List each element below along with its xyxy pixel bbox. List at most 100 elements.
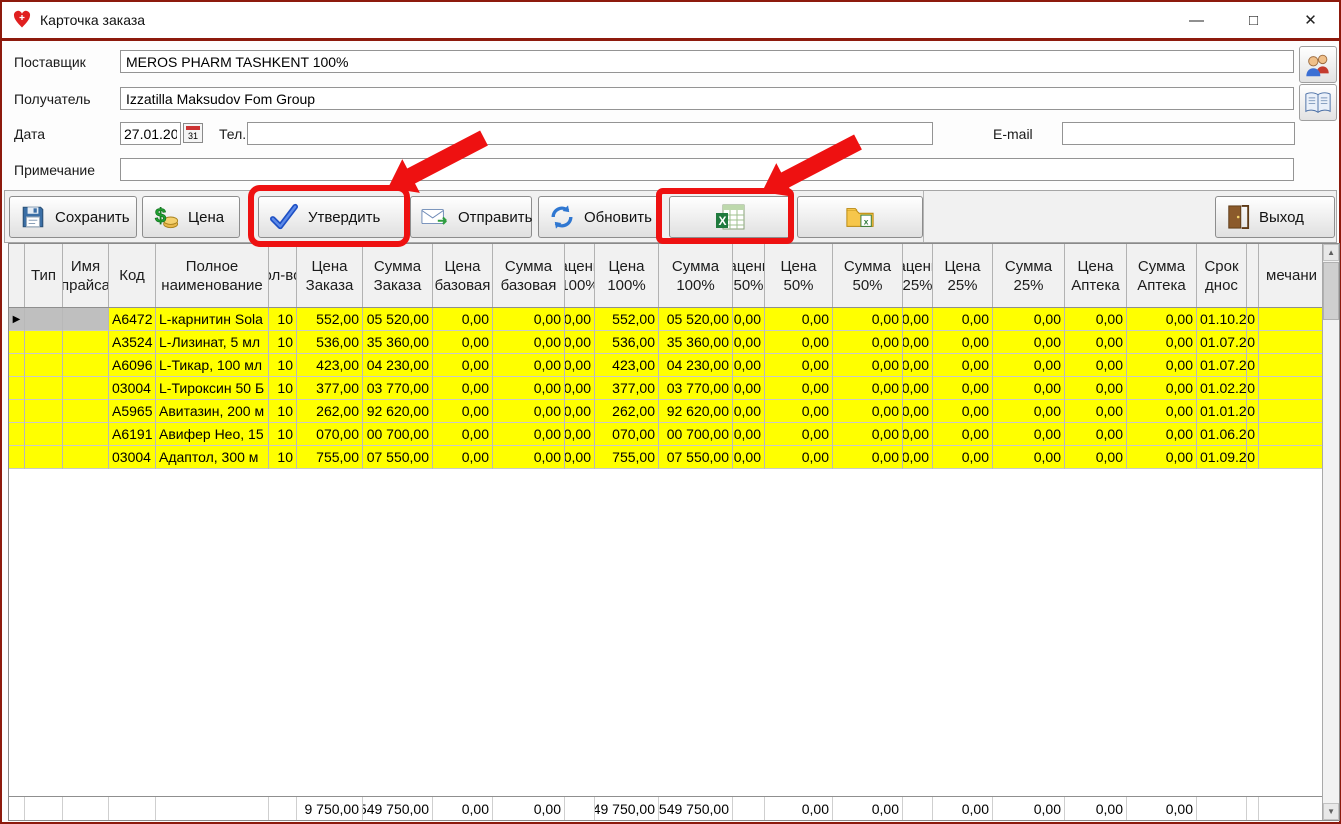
table-row[interactable]: 03004Адаптол, 300 м10755,0007 550,000,00… — [9, 446, 1322, 469]
recipient-input[interactable] — [120, 87, 1294, 110]
cell-nacenka-25[interactable]: 0,00 — [903, 446, 933, 469]
column-header-cena-25[interactable]: Цена25% — [933, 244, 993, 307]
vertical-scrollbar[interactable]: ▲ ▼ — [1322, 244, 1339, 820]
cell-kolichestvo[interactable]: 10 — [269, 423, 297, 446]
cell-cena-bazovaya[interactable]: 0,00 — [433, 423, 493, 446]
column-header-cena-50[interactable]: Цена50% — [765, 244, 833, 307]
cell-kod[interactable]: A6472 — [109, 308, 156, 331]
row-indicator[interactable]: ▶ — [9, 308, 25, 331]
table-row[interactable]: A6096L-Тикар, 100 мл10423,0004 230,000,0… — [9, 354, 1322, 377]
catalog-button[interactable] — [1299, 84, 1337, 121]
cell-cena-100[interactable]: 755,00 — [595, 446, 659, 469]
cell-summa-apteka[interactable]: 0,00 — [1127, 331, 1197, 354]
approve-button[interactable]: Утвердить — [258, 196, 406, 238]
cell-summa-bazovaya[interactable]: 0,00 — [493, 354, 565, 377]
cell-summa-100[interactable]: 03 770,00 — [659, 377, 733, 400]
cell-cena-apteka[interactable]: 0,00 — [1065, 377, 1127, 400]
cell-cena-bazovaya[interactable]: 0,00 — [433, 308, 493, 331]
cell-naimenovanie[interactable]: Авитазин, 200 м — [156, 400, 269, 423]
phone-input[interactable] — [247, 122, 933, 145]
cell-nacenka-50[interactable]: 0,00 — [733, 354, 765, 377]
cell-summa-50[interactable]: 0,00 — [833, 331, 903, 354]
cell-primechanie[interactable] — [1259, 446, 1322, 469]
column-header-cena-apteka[interactable]: ЦенаАптека — [1065, 244, 1127, 307]
cell-cena-25[interactable]: 0,00 — [933, 400, 993, 423]
cell-col-x[interactable]: 0 — [1247, 400, 1259, 423]
cell-kod[interactable]: A6191 — [109, 423, 156, 446]
row-indicator[interactable] — [9, 423, 25, 446]
cell-kolichestvo[interactable]: 10 — [269, 354, 297, 377]
date-input[interactable] — [120, 122, 181, 145]
cell-tip[interactable] — [25, 331, 63, 354]
cell-summa-100[interactable]: 05 520,00 — [659, 308, 733, 331]
cell-naimenovanie[interactable]: L-карнитин Sola — [156, 308, 269, 331]
column-header-primechanie[interactable]: мечани — [1259, 244, 1322, 307]
cell-cena-apteka[interactable]: 0,00 — [1065, 308, 1127, 331]
cell-summa-25[interactable]: 0,00 — [993, 423, 1065, 446]
cell-summa-100[interactable]: 92 620,00 — [659, 400, 733, 423]
cell-col-x[interactable]: 0 — [1247, 308, 1259, 331]
row-indicator[interactable] — [9, 377, 25, 400]
cell-summa-50[interactable]: 0,00 — [833, 308, 903, 331]
column-header-srok-godnosti[interactable]: Срокднос — [1197, 244, 1247, 307]
cell-summa-apteka[interactable]: 0,00 — [1127, 354, 1197, 377]
column-header-nacenka-50[interactable]: аценк50% — [733, 244, 765, 307]
cell-cena-zakaza[interactable]: 262,00 — [297, 400, 363, 423]
column-header-cena-zakaza[interactable]: ЦенаЗаказа — [297, 244, 363, 307]
cell-nacenka-100[interactable]: 0,00 — [565, 331, 595, 354]
refresh-button[interactable]: Обновить — [538, 196, 662, 238]
cell-summa-zakaza[interactable]: 04 230,00 — [363, 354, 433, 377]
cell-summa-zakaza[interactable]: 35 360,00 — [363, 331, 433, 354]
cell-naimenovanie[interactable]: Адаптол, 300 м — [156, 446, 269, 469]
contacts-button[interactable] — [1299, 46, 1337, 83]
cell-imya-praisa[interactable] — [63, 423, 109, 446]
cell-summa-bazovaya[interactable]: 0,00 — [493, 331, 565, 354]
cell-cena-25[interactable]: 0,00 — [933, 446, 993, 469]
scroll-down-button[interactable]: ▼ — [1323, 803, 1339, 820]
cell-summa-100[interactable]: 00 700,00 — [659, 423, 733, 446]
cell-summa-50[interactable]: 0,00 — [833, 446, 903, 469]
cell-cena-50[interactable]: 0,00 — [765, 400, 833, 423]
cell-cena-zakaza[interactable]: 377,00 — [297, 377, 363, 400]
cell-kolichestvo[interactable]: 10 — [269, 331, 297, 354]
cell-summa-50[interactable]: 0,00 — [833, 423, 903, 446]
cell-nacenka-50[interactable]: 0,00 — [733, 377, 765, 400]
cell-kod[interactable]: A6096 — [109, 354, 156, 377]
cell-col-x[interactable]: 0 — [1247, 354, 1259, 377]
table-row[interactable]: A5965Авитазин, 200 м10262,0092 620,000,0… — [9, 400, 1322, 423]
cell-cena-25[interactable]: 0,00 — [933, 331, 993, 354]
cell-cena-50[interactable]: 0,00 — [765, 308, 833, 331]
cell-imya-praisa[interactable] — [63, 331, 109, 354]
cell-imya-praisa[interactable] — [63, 377, 109, 400]
column-header-nacenka-25[interactable]: аценк25% — [903, 244, 933, 307]
cell-tip[interactable] — [25, 446, 63, 469]
cell-nacenka-100[interactable]: 0,00 — [565, 400, 595, 423]
export-folder-button[interactable]: x — [797, 196, 923, 238]
cell-nacenka-100[interactable]: 0,00 — [565, 377, 595, 400]
row-indicator[interactable] — [9, 400, 25, 423]
cell-cena-bazovaya[interactable]: 0,00 — [433, 377, 493, 400]
column-header-nacenka-100[interactable]: аценк100% — [565, 244, 595, 307]
email-input[interactable] — [1062, 122, 1295, 145]
cell-summa-50[interactable]: 0,00 — [833, 354, 903, 377]
cell-summa-apteka[interactable]: 0,00 — [1127, 423, 1197, 446]
cell-col-x[interactable]: 0 — [1247, 377, 1259, 400]
cell-kod[interactable]: A5965 — [109, 400, 156, 423]
cell-summa-100[interactable]: 04 230,00 — [659, 354, 733, 377]
cell-summa-apteka[interactable]: 0,00 — [1127, 400, 1197, 423]
cell-col-x[interactable]: 0 — [1247, 331, 1259, 354]
cell-nacenka-50[interactable]: 0,00 — [733, 423, 765, 446]
cell-cena-100[interactable]: 262,00 — [595, 400, 659, 423]
cell-primechanie[interactable] — [1259, 308, 1322, 331]
scroll-up-button[interactable]: ▲ — [1323, 244, 1339, 261]
cell-tip[interactable] — [25, 423, 63, 446]
cell-primechanie[interactable] — [1259, 331, 1322, 354]
cell-cena-50[interactable]: 0,00 — [765, 377, 833, 400]
cell-nacenka-25[interactable]: 0,00 — [903, 354, 933, 377]
cell-summa-25[interactable]: 0,00 — [993, 354, 1065, 377]
cell-summa-25[interactable]: 0,00 — [993, 400, 1065, 423]
column-header-kolichestvo[interactable]: ол-во — [269, 244, 297, 307]
cell-summa-bazovaya[interactable]: 0,00 — [493, 308, 565, 331]
cell-summa-apteka[interactable]: 0,00 — [1127, 377, 1197, 400]
cell-srok-godnosti[interactable]: 01.07.2 — [1197, 354, 1247, 377]
